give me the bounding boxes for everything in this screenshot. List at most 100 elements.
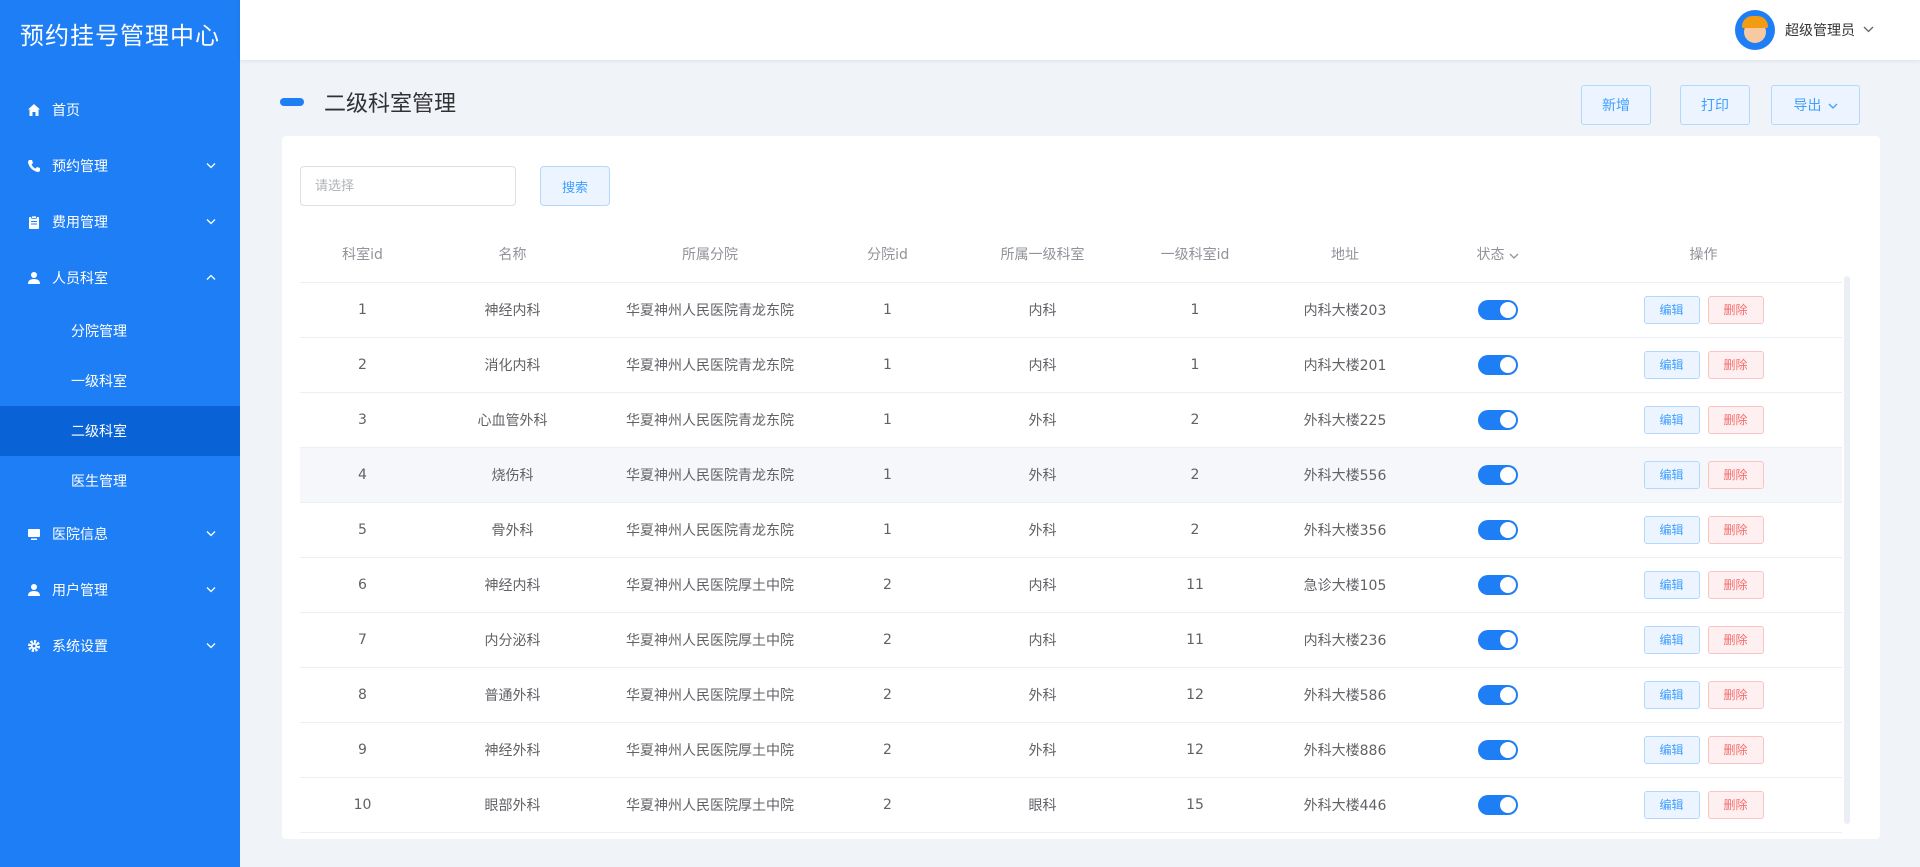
sidebar-item-home[interactable]: 首页 [0,82,240,138]
table-cell: 内科 [955,557,1130,613]
table-row: 9 神经外科 华夏神州人民医院厚土中院 2 外科 12 外科大楼886 编辑 删除 [300,722,1842,778]
table-cell: 1 [820,392,955,448]
table-cell: 神经内科 [425,557,600,613]
edit-button[interactable]: 编辑 [1643,625,1700,654]
table-cell: 华夏神州人民医院青龙东院 [600,337,820,393]
sidebar-item-fees[interactable]: 费用管理 [0,194,240,250]
status-toggle[interactable] [1477,409,1518,430]
search-input[interactable] [300,166,516,206]
table-cell: 1 [820,447,955,503]
sidebar-subitem-branches[interactable]: 分院管理 [0,306,240,356]
user-icon [26,582,42,598]
status-toggle[interactable] [1477,684,1518,705]
table-cell: 眼部外科 [425,777,600,833]
sidebar-item-hospital-info[interactable]: 医院信息 [0,506,240,562]
actions-cell: 编辑 删除 [1565,557,1842,613]
table-cell: 12 [1130,667,1260,723]
delete-button[interactable]: 删除 [1707,295,1764,324]
status-toggle[interactable] [1477,574,1518,595]
delete-button[interactable]: 删除 [1707,680,1764,709]
table-cell: 骨外科 [425,502,600,558]
sidebar-item-staff-departments[interactable]: 人员科室 [0,250,240,306]
avatar [1735,10,1775,50]
edit-button[interactable]: 编辑 [1643,350,1700,379]
edit-button[interactable]: 编辑 [1643,735,1700,764]
table-row: 2 消化内科 华夏神州人民医院青龙东院 1 内科 1 内科大楼201 编辑 删除 [300,337,1842,393]
table-cell: 2 [820,722,955,778]
table-cell: 华夏神州人民医院青龙东院 [600,447,820,503]
delete-button[interactable]: 删除 [1707,735,1764,764]
chevron-up-icon [206,273,216,284]
column-header: 操作 [1565,226,1842,283]
column-header[interactable]: 地址 [1260,226,1430,283]
column-header[interactable]: 所属分院 [600,226,820,283]
delete-button[interactable]: 删除 [1707,790,1764,819]
edit-button[interactable]: 编辑 [1643,680,1700,709]
export-label: 导出 [1793,98,1822,114]
table-cell: 外科 [955,502,1130,558]
table-cell: 消化内科 [425,337,600,393]
status-cell [1430,392,1565,448]
page-title: 二级科室管理 [324,92,457,117]
actions-cell: 编辑 删除 [1565,612,1842,668]
table-cell: 华夏神州人民医院厚土中院 [600,667,820,723]
actions-cell: 编辑 删除 [1565,722,1842,778]
sidebar-subitem-doctors[interactable]: 医生管理 [0,456,240,506]
table-row: 10 眼部外科 华夏神州人民医院厚土中院 2 眼科 15 外科大楼446 编辑 删除 [300,777,1842,833]
status-toggle[interactable] [1477,629,1518,650]
table-cell: 外科大楼225 [1260,392,1430,448]
status-toggle[interactable] [1477,739,1518,760]
delete-button[interactable]: 删除 [1707,460,1764,489]
user-menu[interactable]: 超级管理员 [1735,10,1874,50]
table-cell: 内科大楼236 [1260,612,1430,668]
sidebar-subitem-secondary-departments[interactable]: 二级科室 [0,406,240,456]
table-cell: 神经外科 [425,722,600,778]
column-header[interactable]: 名称 [425,226,600,283]
table-cell: 内科 [955,282,1130,338]
table-cell: 外科 [955,722,1130,778]
table-body: 1 神经内科 华夏神州人民医院青龙东院 1 内科 1 内科大楼203 编辑 删除 2 消化内科 华夏神… [300,282,1842,833]
edit-button[interactable]: 编辑 [1643,405,1700,434]
edit-button[interactable]: 编辑 [1643,570,1700,599]
delete-button[interactable]: 删除 [1707,515,1764,544]
edit-button[interactable]: 编辑 [1643,790,1700,819]
table-cell: 华夏神州人民医院厚土中院 [600,557,820,613]
actions-cell: 编辑 删除 [1565,777,1842,833]
column-header[interactable]: 分院id [820,226,955,283]
delete-button[interactable]: 删除 [1707,405,1764,434]
add-button[interactable]: 新增 [1581,85,1651,125]
table-cell: 2 [820,777,955,833]
delete-button[interactable]: 删除 [1707,350,1764,379]
edit-button[interactable]: 编辑 [1643,295,1700,324]
column-header[interactable]: 科室id [300,226,425,283]
table-cell: 外科大楼556 [1260,447,1430,503]
status-toggle[interactable] [1477,794,1518,815]
sidebar-item-users[interactable]: 用户管理 [0,562,240,618]
table-cell: 外科 [955,667,1130,723]
sidebar-item-settings[interactable]: 系统设置 [0,618,240,674]
status-toggle[interactable] [1477,519,1518,540]
export-button[interactable]: 导出 [1771,85,1860,125]
edit-button[interactable]: 编辑 [1643,515,1700,544]
delete-button[interactable]: 删除 [1707,625,1764,654]
status-toggle[interactable] [1477,354,1518,375]
table-cell: 11 [1130,612,1260,668]
sidebar-subitem-primary-departments[interactable]: 一级科室 [0,356,240,406]
table-scrollbar[interactable] [1844,276,1850,824]
table-row: 3 心血管外科 华夏神州人民医院青龙东院 1 外科 2 外科大楼225 编辑 删除 [300,392,1842,448]
status-column-header[interactable]: 状态 [1430,226,1565,283]
table-cell: 2 [1130,447,1260,503]
sidebar-item-appointments[interactable]: 预约管理 [0,138,240,194]
column-header[interactable]: 所属一级科室 [955,226,1130,283]
table-row: 7 内分泌科 华夏神州人民医院厚土中院 2 内科 11 内科大楼236 编辑 删除 [300,612,1842,668]
table-row: 8 普通外科 华夏神州人民医院厚土中院 2 外科 12 外科大楼586 编辑 删除 [300,667,1842,723]
actions-cell: 编辑 删除 [1565,392,1842,448]
edit-button[interactable]: 编辑 [1643,460,1700,489]
print-button[interactable]: 打印 [1680,85,1750,125]
status-toggle[interactable] [1477,464,1518,485]
delete-button[interactable]: 删除 [1707,570,1764,599]
status-cell [1430,557,1565,613]
column-header[interactable]: 一级科室id [1130,226,1260,283]
search-button[interactable]: 搜索 [540,166,610,206]
status-toggle[interactable] [1477,299,1518,320]
